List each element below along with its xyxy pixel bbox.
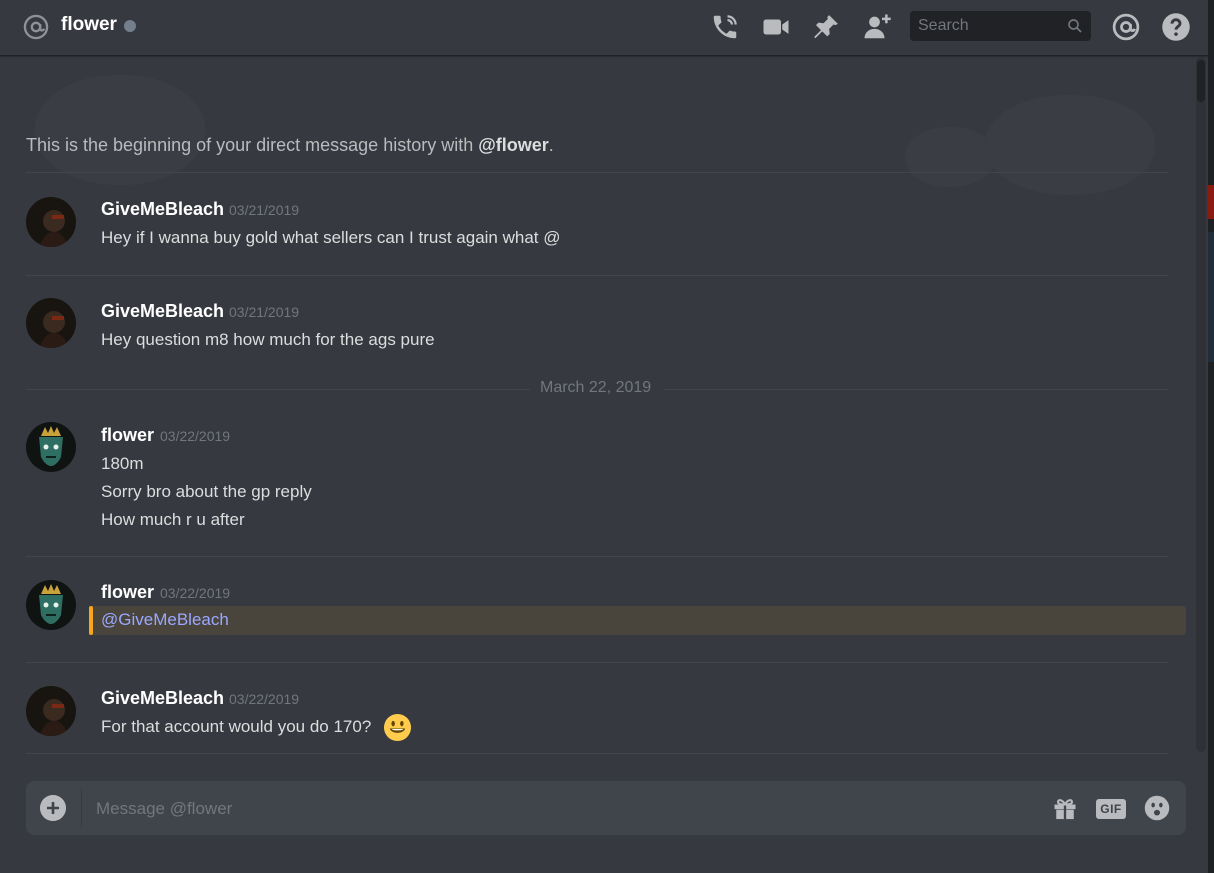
add-attachment-icon[interactable] [40, 795, 66, 821]
divider [26, 172, 1168, 173]
message-text: For that account would you do 170? [101, 717, 372, 736]
dm-beginning-user: @flower [478, 135, 549, 155]
help-icon[interactable] [1161, 12, 1191, 42]
message-text: How much r u after [101, 510, 245, 529]
mention-icon[interactable] [1111, 12, 1141, 42]
dm-beginning-suffix: . [548, 135, 554, 155]
avatar[interactable] [26, 197, 76, 247]
add-friend-icon[interactable] [862, 12, 892, 42]
channel-header: flower Search [0, 0, 1214, 56]
message-timestamp: 03/21/2019 [229, 202, 300, 218]
search-icon [1068, 19, 1082, 33]
message-timestamp: 03/22/2019 [160, 585, 231, 601]
window-edge [1208, 0, 1214, 873]
search-placeholder: Search [918, 17, 969, 34]
smiley-icon [383, 713, 412, 742]
avatar[interactable] [26, 580, 76, 630]
divider [26, 275, 1168, 276]
mention-highlight: @GiveMeBleach [89, 606, 1186, 635]
dm-beginning-prefix: This is the beginning of your direct mes… [26, 135, 479, 155]
window-edge-accent [1208, 232, 1214, 362]
status-indicator [124, 20, 136, 32]
message-timestamp: 03/21/2019 [229, 304, 300, 320]
channel-title: flower [61, 14, 117, 35]
date-separator-line [26, 389, 530, 390]
search-box[interactable]: Search [910, 11, 1091, 41]
message-composer: GIF [26, 781, 1186, 835]
at-icon [23, 14, 49, 40]
message-author[interactable]: flower [101, 425, 154, 446]
window-edge-accent [1208, 185, 1214, 219]
message-author[interactable]: GiveMeBleach [101, 688, 224, 709]
call-icon[interactable] [710, 12, 740, 42]
avatar[interactable] [26, 686, 76, 736]
message-author[interactable]: GiveMeBleach [101, 301, 224, 322]
user-mention[interactable]: @GiveMeBleach [101, 610, 229, 630]
composer-separator [81, 789, 82, 827]
message-input[interactable] [94, 795, 1018, 823]
message-author[interactable]: flower [101, 582, 154, 603]
divider [26, 662, 1168, 663]
message-text: Hey question m8 how much for the ags pur… [101, 330, 435, 349]
message-text: Hey if I wanna buy gold what sellers can… [101, 228, 561, 247]
avatar[interactable] [26, 298, 76, 348]
avatar[interactable] [26, 422, 76, 472]
date-separator-line [664, 389, 1168, 390]
background-wumpus-right-b [985, 95, 1155, 195]
mention-bar [89, 606, 93, 635]
message-timestamp: 03/22/2019 [229, 691, 300, 707]
emoji-picker-icon[interactable] [1143, 794, 1171, 822]
message-author[interactable]: GiveMeBleach [101, 199, 224, 220]
dm-beginning-text: This is the beginning of your direct mes… [26, 135, 554, 156]
date-separator: March 22, 2019 [540, 379, 652, 396]
video-icon[interactable] [761, 12, 791, 42]
pin-icon[interactable] [811, 12, 841, 42]
message-list[interactable] [0, 57, 1196, 757]
scrollbar-thumb[interactable] [1197, 60, 1205, 102]
divider [26, 556, 1168, 557]
message-text: 180m [101, 454, 144, 473]
gif-icon[interactable]: GIF [1096, 799, 1126, 819]
message-text: Sorry bro about the gp reply [101, 482, 312, 501]
background-wumpus-left [35, 75, 205, 185]
scrollbar-track[interactable] [1196, 57, 1206, 752]
divider [26, 753, 1168, 754]
message-timestamp: 03/22/2019 [160, 428, 231, 444]
gift-icon[interactable] [1051, 794, 1079, 822]
background-wumpus-right-a [905, 127, 995, 187]
